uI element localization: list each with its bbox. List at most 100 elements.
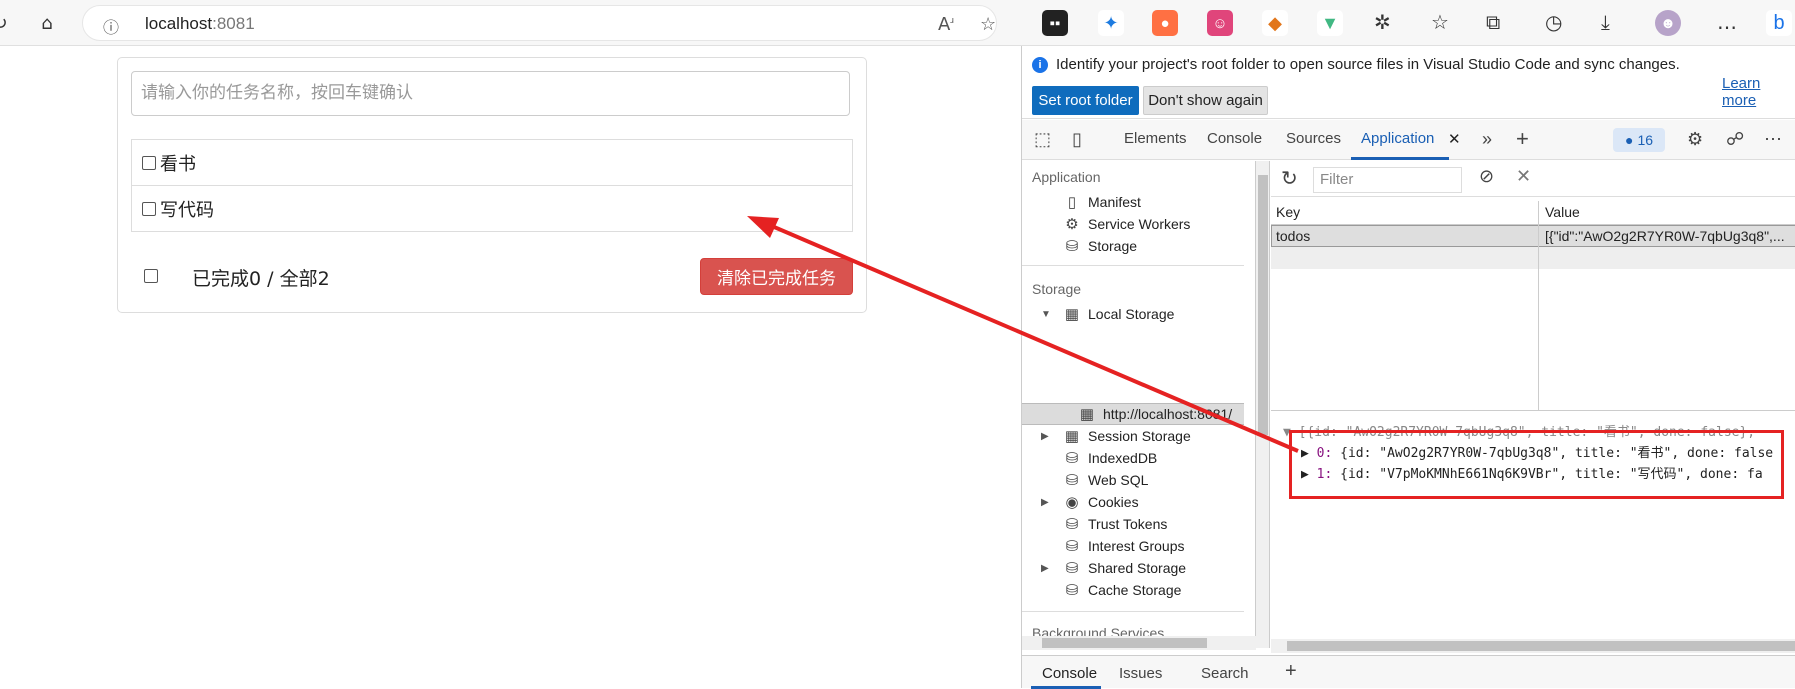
- expanded-arrow-icon[interactable]: ▼: [1041, 309, 1051, 320]
- scrollbar-thumb[interactable]: [1287, 641, 1795, 651]
- refresh-icon[interactable]: ↻: [0, 9, 14, 37]
- learn-more-link[interactable]: Learn more: [1722, 75, 1795, 109]
- close-tab-icon[interactable]: ✕: [1448, 130, 1461, 148]
- collections-icon[interactable]: ⧉: [1486, 10, 1500, 34]
- tab-elements[interactable]: Elements: [1124, 130, 1187, 147]
- database-icon: ⛁: [1065, 538, 1079, 555]
- vscode-banner: i Identify your project's root folder to…: [1022, 46, 1795, 119]
- todo-title: 看书: [160, 153, 196, 175]
- sidebar-item-cookies[interactable]: ▶ ◉ Cookies: [1041, 491, 1139, 513]
- info-icon[interactable]: ⓘ: [103, 14, 119, 38]
- annotation-box: [1289, 430, 1784, 499]
- extension-pink-icon[interactable]: ☺: [1207, 10, 1233, 36]
- refresh-icon[interactable]: ↻: [1281, 166, 1298, 191]
- extension-icon-1[interactable]: ▪▪: [1042, 10, 1068, 36]
- settings-gear-icon[interactable]: ⚙: [1687, 129, 1703, 150]
- dont-show-again-button[interactable]: Don't show again: [1143, 86, 1268, 115]
- history-icon[interactable]: ◷: [1545, 10, 1562, 34]
- todo-title: 写代码: [160, 200, 214, 221]
- sidebar-horizontal-scrollbar[interactable]: [1022, 636, 1256, 650]
- customize-icon[interactable]: ☍: [1726, 129, 1744, 150]
- extension-bird-icon[interactable]: ✦: [1098, 10, 1124, 36]
- home-icon[interactable]: ⌂: [33, 9, 61, 37]
- add-favorite-icon[interactable]: ☆: [980, 14, 996, 35]
- drawer-tab-issues[interactable]: Issues: [1119, 665, 1162, 682]
- address-bar[interactable]: ⓘ localhost:8081 Aɹ ☆: [82, 5, 997, 41]
- row-value: [{"id":"AwO2g2R7YR0W-7qbUg3q8",...: [1545, 228, 1785, 244]
- more-tabs-icon[interactable]: »: [1482, 129, 1492, 150]
- tab-sources[interactable]: Sources: [1286, 130, 1341, 147]
- collapsed-arrow-icon[interactable]: ▶: [1041, 497, 1049, 508]
- avatar[interactable]: ☻: [1655, 10, 1681, 36]
- divider: [1022, 611, 1244, 612]
- database-icon: ⛁: [1065, 582, 1079, 599]
- issues-count: 16: [1637, 132, 1654, 148]
- completion-summary: 已完成0 / 全部2: [192, 268, 330, 290]
- sidebar-item-manifest[interactable]: ▯ Manifest: [1063, 191, 1141, 213]
- sidebar-heading-storage: Storage: [1032, 281, 1082, 297]
- row-key: todos: [1276, 228, 1311, 244]
- gear-icon: ⚙: [1065, 216, 1079, 233]
- device-toolbar-icon[interactable]: ▯: [1072, 129, 1082, 150]
- filter-input[interactable]: Filter: [1313, 167, 1462, 193]
- more-menu-icon[interactable]: …: [1717, 10, 1737, 34]
- drawer-tab-console[interactable]: Console: [1042, 665, 1097, 682]
- add-tab-icon[interactable]: +: [1516, 126, 1529, 152]
- todo-checkbox[interactable]: [142, 155, 156, 170]
- scrollbar-thumb[interactable]: [1258, 175, 1268, 435]
- sidebar-item-interest-groups[interactable]: ⛁ Interest Groups: [1063, 535, 1185, 557]
- file-icon: ▯: [1067, 194, 1077, 211]
- grid-icon: ▦: [1079, 406, 1095, 423]
- bing-icon[interactable]: b: [1766, 10, 1792, 36]
- sidebar-item-web-sql[interactable]: ⛁ Web SQL: [1063, 469, 1149, 491]
- sidebar-vertical-scrollbar[interactable]: [1256, 161, 1270, 648]
- sidebar-item-storage[interactable]: ⛁ Storage: [1063, 235, 1137, 257]
- database-icon: ⛁: [1065, 472, 1079, 489]
- favorites-icon[interactable]: ☆: [1431, 10, 1449, 34]
- collapsed-arrow-icon[interactable]: ▶: [1041, 431, 1049, 442]
- sidebar-item-session-storage[interactable]: ▶ ▦ Session Storage: [1041, 425, 1191, 447]
- sidebar-item-shared-storage[interactable]: ▶ ⛁ Shared Storage: [1041, 557, 1186, 579]
- key-column-header[interactable]: Key: [1276, 204, 1300, 220]
- drawer-tab-search[interactable]: Search: [1201, 665, 1249, 682]
- collapsed-arrow-icon[interactable]: ▶: [1041, 563, 1049, 574]
- read-aloud-icon[interactable]: Aɹ: [938, 14, 954, 35]
- inspect-element-icon[interactable]: ⬚: [1034, 129, 1051, 150]
- metamask-icon[interactable]: ◆: [1262, 10, 1288, 36]
- tab-console[interactable]: Console: [1207, 130, 1262, 147]
- scrollbar-thumb[interactable]: [1042, 638, 1207, 648]
- clear-all-icon[interactable]: ⊘: [1479, 166, 1494, 187]
- vue-devtools-icon[interactable]: ▼: [1317, 10, 1343, 36]
- tab-application[interactable]: Application: [1361, 130, 1434, 147]
- task-input[interactable]: 请输入你的任务名称，按回车键确认: [131, 71, 850, 116]
- table-row[interactable]: todos [{"id":"AwO2g2R7YR0W-7qbUg3q8",...: [1271, 225, 1795, 247]
- add-drawer-tab-icon[interactable]: +: [1285, 660, 1297, 683]
- divider: [1022, 265, 1244, 266]
- downloads-icon[interactable]: ⤓: [1601, 10, 1610, 34]
- set-root-folder-button[interactable]: Set root folder: [1032, 86, 1139, 115]
- sidebar-item-cache-storage[interactable]: ⛁ Cache Storage: [1063, 579, 1182, 601]
- table-row[interactable]: [1271, 247, 1795, 269]
- sidebar-heading-application: Application: [1032, 169, 1101, 185]
- clear-completed-button[interactable]: 清除已完成任务: [700, 258, 853, 295]
- select-all-checkbox[interactable]: [144, 269, 158, 283]
- issues-badge[interactable]: ● 16: [1613, 128, 1665, 152]
- todo-item: 写代码: [132, 186, 852, 232]
- sidebar-item-indexeddb[interactable]: ⛁ IndexedDB: [1063, 447, 1158, 469]
- extensions-icon[interactable]: ✲: [1374, 10, 1391, 34]
- sidebar-item-local-origin[interactable]: ▦ http://localhost:8081/: [1078, 403, 1232, 425]
- extension-orange-icon[interactable]: ●: [1152, 10, 1178, 36]
- database-icon: ⛁: [1065, 516, 1079, 533]
- value-column-header[interactable]: Value: [1545, 204, 1580, 220]
- sidebar-item-local-storage[interactable]: ▼ ▦ Local Storage: [1041, 303, 1174, 325]
- more-options-icon[interactable]: ⋯: [1764, 129, 1782, 150]
- sidebar-item-service-workers[interactable]: ⚙ Service Workers: [1063, 213, 1190, 235]
- key-value-table: Key Value todos [{"id":"AwO2g2R7YR0W-7qb…: [1271, 201, 1795, 411]
- sidebar-item-trust-tokens[interactable]: ⛁ Trust Tokens: [1063, 513, 1168, 535]
- devtools-tabbar: ⬚ ▯ Elements Console Sources Application…: [1022, 120, 1795, 160]
- delete-selected-icon[interactable]: ✕: [1516, 166, 1531, 187]
- todo-item: 看书: [132, 140, 852, 186]
- todo-checkbox[interactable]: [142, 202, 156, 216]
- todo-list: 看书 写代码: [131, 139, 853, 232]
- preview-horizontal-scrollbar[interactable]: [1271, 639, 1795, 653]
